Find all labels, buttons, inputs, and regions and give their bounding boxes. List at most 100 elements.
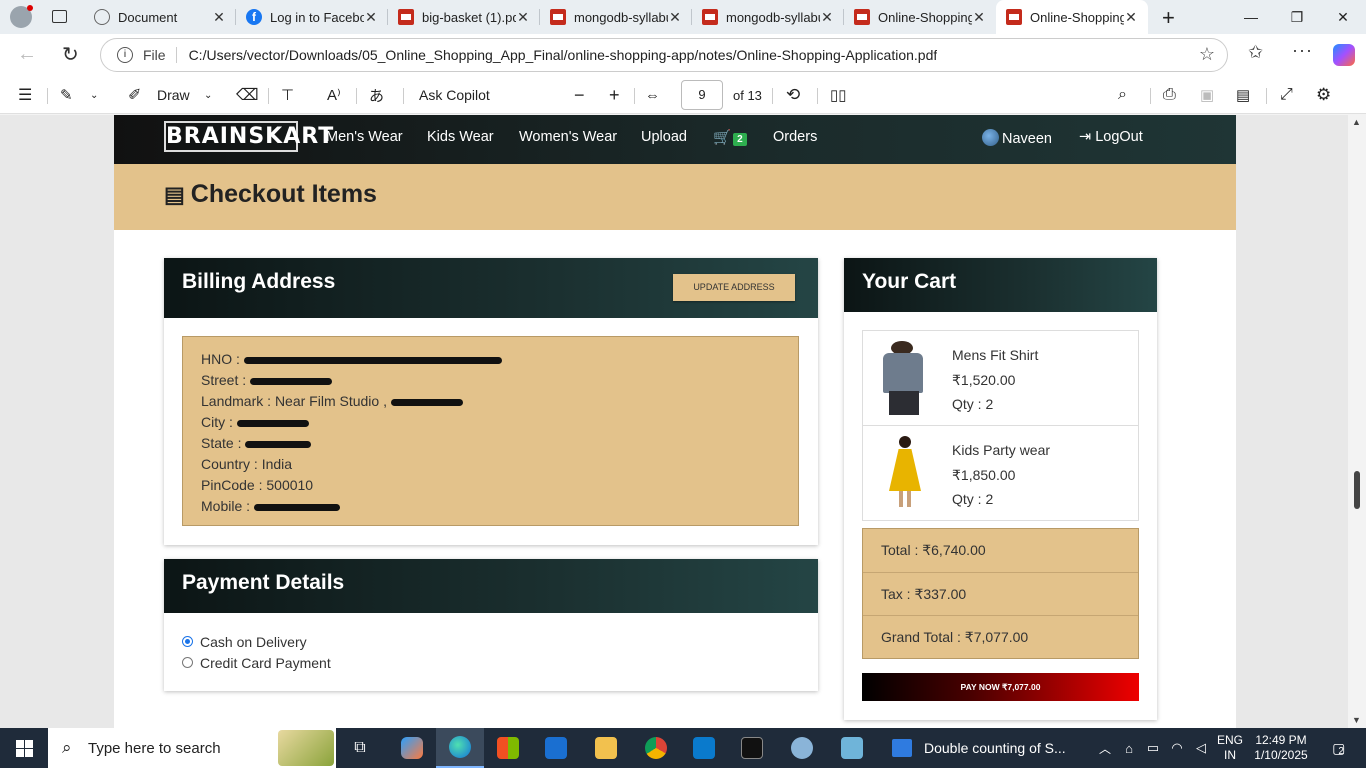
new-tab-icon[interactable]: + [1162,5,1175,31]
contents-icon[interactable]: ☰ [18,76,32,114]
highlight-icon[interactable]: ✎ [60,76,73,114]
edge-taskbar-icon[interactable] [436,728,484,768]
window-close-icon[interactable]: ✕ [1320,0,1366,34]
text-box-icon[interactable]: ⊤ [281,76,294,114]
refresh-icon[interactable]: ↻ [62,42,79,67]
clock-time: 12:49 PM [1255,733,1307,747]
page-view-icon[interactable]: ▯▯ [830,76,847,114]
more-options-icon[interactable]: ··· [1292,40,1313,61]
tab-document[interactable]: Document ✕ [84,0,236,34]
terminal-taskbar-icon[interactable] [728,728,776,768]
mail-taskbar-icon[interactable] [532,728,580,768]
close-icon[interactable]: ✕ [820,9,834,26]
nav-user[interactable]: Naveen [982,129,1052,147]
read-aloud-icon[interactable]: A⁾ [327,76,341,114]
start-button[interactable] [0,728,48,768]
restore-icon[interactable]: ❐ [1274,0,1320,34]
gear-icon[interactable]: ⚙ [1316,76,1331,114]
task-view-icon[interactable]: ⧉ [344,728,376,768]
minimize-icon[interactable]: — [1228,0,1274,34]
fullscreen-icon[interactable]: ⤢ [1280,76,1293,114]
nav-mens-wear[interactable]: Men's Wear [326,129,403,145]
payment-option-cod[interactable]: Cash on Delivery [182,631,331,652]
cart-tax: Tax : ₹337.00 [863,573,1138,616]
close-icon[interactable]: ✕ [516,9,530,26]
favorites-icon[interactable]: ✩ [1248,42,1263,63]
vertical-scrollbar[interactable]: ▲ ▼ [1348,115,1366,728]
scroll-up-icon[interactable]: ▲ [1352,117,1361,127]
fit-page-icon[interactable]: ⇔ [645,76,660,114]
chrome-taskbar-icon[interactable] [632,728,680,768]
tab-online-shopping-2[interactable]: Online-Shopping ✕ [996,0,1148,34]
app-taskbar-icon[interactable] [778,728,826,768]
ask-copilot-button[interactable]: Ask Copilot [419,76,490,114]
zoom-in-icon[interactable]: + [609,76,620,114]
copilot-taskbar-icon[interactable] [392,728,432,768]
rotate-icon[interactable]: ⟲ [786,76,800,114]
favorite-star-icon[interactable]: ☆ [1199,44,1215,65]
taskbar-search[interactable]: ⌕ Type here to search [48,728,336,768]
url-field[interactable]: i File C:/Users/vector/Downloads/05_Onli… [100,38,1228,72]
update-address-button[interactable]: UPDATE ADDRESS [673,274,795,301]
globe-icon [94,9,110,25]
chevron-up-icon[interactable]: ︿ [1096,728,1114,768]
wifi-icon[interactable]: ◠ [1168,728,1186,768]
nav-orders[interactable]: Orders [773,129,817,145]
notifications-icon[interactable]: ▢ 2 [1320,728,1356,768]
site-logo[interactable]: BRAINSKART [164,121,333,152]
app-taskbar-icon-2[interactable] [828,728,876,768]
file-explorer-taskbar-icon[interactable] [582,728,630,768]
eraser-icon[interactable]: ⌫ [236,76,259,114]
close-icon[interactable]: ✕ [668,9,682,26]
checkout-banner: ▤ Checkout Items [114,164,1236,230]
scroll-down-icon[interactable]: ▼ [1352,715,1361,725]
address-line-country: Country : India [201,456,293,472]
nav-womens-wear[interactable]: Women's Wear [519,129,617,145]
nav-kids-wear[interactable]: Kids Wear [427,129,494,145]
save-icon[interactable]: ▣ [1200,76,1214,114]
save-as-icon[interactable]: ▤ [1236,76,1250,114]
tab-mongodb-1[interactable]: mongodb-syllabus✕ [540,0,692,34]
window-app-icon [892,739,912,757]
page-number-input[interactable]: 9 [681,80,723,110]
copilot-icon[interactable] [1333,44,1355,66]
payment-option-credit-card[interactable]: Credit Card Payment [182,652,331,673]
radio-selected[interactable] [182,636,193,647]
search-icon[interactable]: ⌕ [1118,76,1127,114]
language-indicator[interactable]: ENG IN [1212,728,1248,768]
device-icon[interactable]: ⌂ [1120,728,1138,768]
nav-logout[interactable]: ⇥ LogOut [1079,129,1143,145]
print-icon[interactable]: ⎙ [1163,76,1176,114]
info-icon[interactable]: i [117,47,133,63]
tab-facebook[interactable]: f Log in to Facebook✕ [236,0,388,34]
address-line-landmark: Landmark : Near Film Studio , [201,391,780,412]
close-icon[interactable]: ✕ [364,9,378,26]
close-icon[interactable]: ✕ [1124,9,1138,26]
tab-big-basket[interactable]: big-basket (1).pdf ✕ [388,0,540,34]
draw-icon[interactable]: ✐ [128,76,141,114]
store-taskbar-icon[interactable] [484,728,532,768]
clock[interactable]: 12:49 PM 1/10/2025 [1250,728,1312,768]
pay-now-button[interactable]: PAY NOW ₹7,077.00 [862,673,1139,701]
chevron-down-icon[interactable]: ⌄ [90,76,98,114]
nav-upload[interactable]: Upload [641,129,687,145]
back-icon[interactable]: ← [17,43,37,66]
draw-button[interactable]: Draw [157,76,190,114]
close-icon[interactable]: ✕ [212,9,226,26]
redaction [243,356,502,364]
vscode-taskbar-icon[interactable] [680,728,728,768]
battery-icon[interactable]: ▭ [1144,728,1162,768]
nav-cart[interactable]: 🛒 2 [713,129,747,146]
radio-unselected[interactable] [182,657,193,668]
tab-mongodb-2[interactable]: mongodb-syllabus✕ [692,0,844,34]
tab-actions-icon[interactable] [52,10,67,23]
tab-online-shopping-1[interactable]: Online-Shopping ✕ [844,0,996,34]
zoom-out-icon[interactable]: − [574,76,585,114]
close-icon[interactable]: ✕ [972,9,986,26]
active-window-button[interactable]: Double counting of S... [892,728,1080,768]
chevron-down-icon[interactable]: ⌄ [204,76,212,114]
scrollbar-thumb[interactable] [1354,471,1360,509]
translate-icon[interactable]: あ [369,76,384,114]
tab-title: mongodb-syllabus [574,9,668,25]
volume-icon[interactable]: ◁ [1192,728,1210,768]
